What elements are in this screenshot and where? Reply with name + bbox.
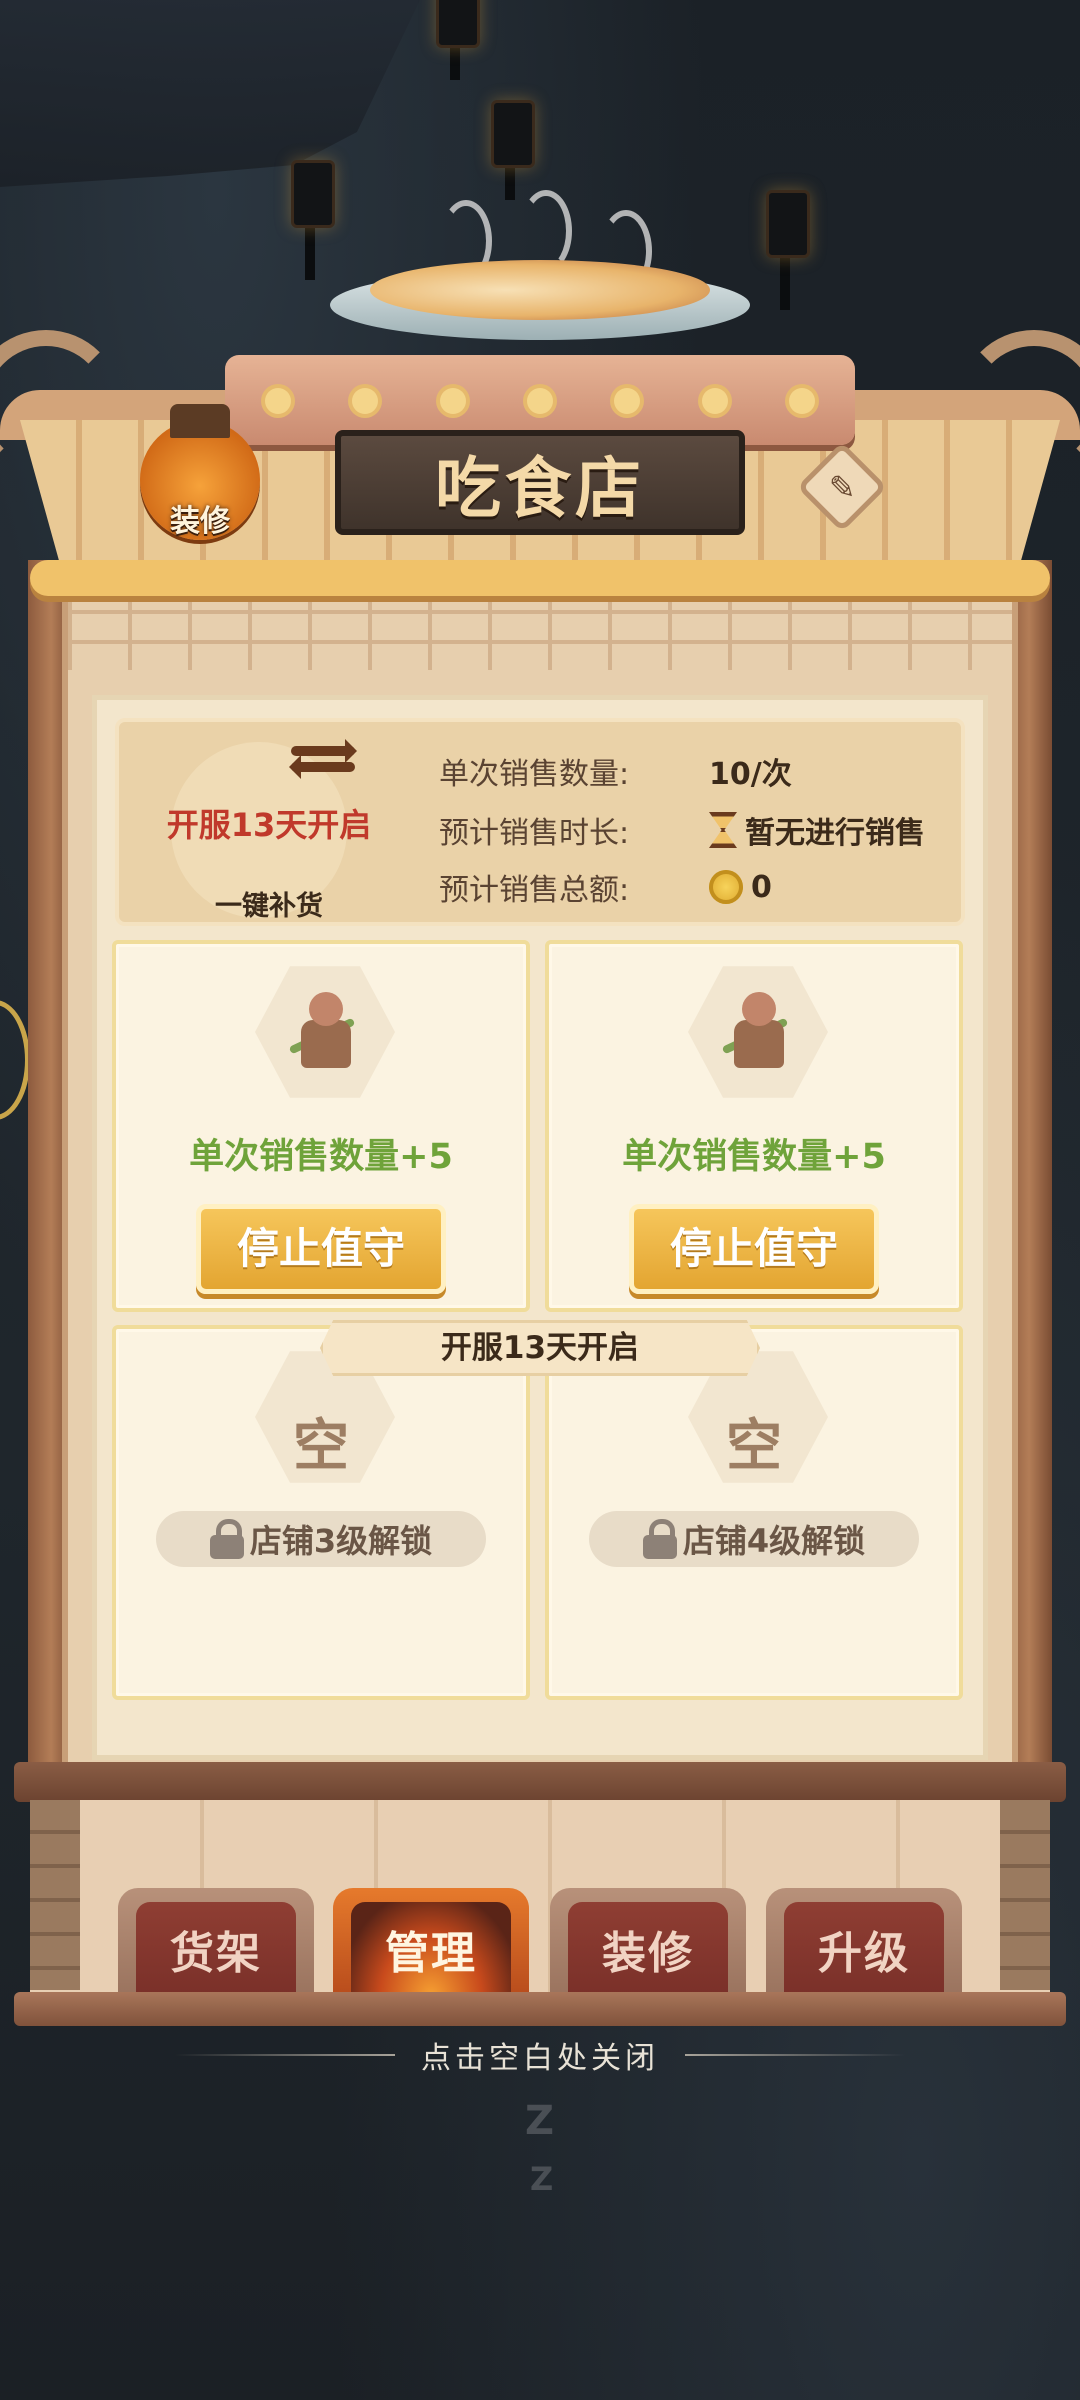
empty-slot-label: 空 <box>293 1413 349 1479</box>
sales-info-box: 开服13天开启 一键补货 单次销售数量: 10/次 预计销售时长: 暂无进行销售… <box>115 718 965 926</box>
sale-duration-value: 暂无进行销售 <box>745 816 925 851</box>
sleep-z-icon: Z <box>530 2160 554 2198</box>
empty-slot-label: 空 <box>726 1413 782 1479</box>
tab-shelf[interactable]: 货架 <box>118 1888 314 1996</box>
banner-flowers <box>265 381 815 421</box>
lock-icon <box>642 1519 677 1559</box>
noodle-bowl-icon <box>330 190 750 360</box>
flower-icon <box>614 388 641 414</box>
tab-decorate[interactable]: 装修 <box>550 1888 746 1996</box>
stat-label: 预计销售时长: <box>439 816 630 851</box>
tab-label: 管理 <box>351 1902 511 1996</box>
shop-title-plaque: 吃食店 <box>335 430 745 535</box>
stat-value: 暂无进行销售 <box>709 808 925 852</box>
hourglass-icon <box>709 812 737 848</box>
staff-slot-2[interactable]: 单次销售数量+5 停止值守 <box>545 940 963 1312</box>
coin-icon <box>709 870 743 904</box>
slot-lock-requirement: 店铺3级解锁 <box>156 1511 486 1567</box>
counter-top <box>14 1762 1066 1802</box>
stat-value: 10/次 <box>709 749 792 793</box>
stat-label: 单次销售数量: <box>439 757 630 792</box>
close-hint[interactable]: 点击空白处关闭 <box>0 2032 1080 2078</box>
flower-icon <box>265 388 291 414</box>
sale-quantity-value: 10/次 <box>709 757 792 792</box>
stat-value: 0 <box>709 870 772 905</box>
row-unlock-tag: 开服13天开启 <box>320 1320 760 1376</box>
sleep-z-icon: Z <box>525 2098 555 2144</box>
stop-guard-button[interactable]: 停止值守 <box>196 1204 446 1294</box>
worker-icon <box>288 992 356 1072</box>
divider-line <box>685 2054 905 2056</box>
flower-icon <box>701 388 728 414</box>
roof-eave <box>30 560 1050 596</box>
slot-bonus: 单次销售数量+5 <box>189 1137 453 1177</box>
lock-icon <box>209 1519 244 1559</box>
hat-icon <box>170 404 230 438</box>
decorate-button[interactable]: 装修 <box>140 404 260 540</box>
slot-lock-requirement: 店铺4级解锁 <box>589 1511 919 1567</box>
flower-icon <box>788 388 815 414</box>
bowl-noodles <box>370 260 710 320</box>
slot-bonus: 单次销售数量+5 <box>622 1137 886 1177</box>
worker-icon <box>721 992 789 1072</box>
restock-label: 一键补货 <box>215 891 323 922</box>
stat-sale-total: 预计销售总额: 0 <box>439 862 772 912</box>
lock-text: 店铺3级解锁 <box>249 1522 433 1560</box>
tab-manage[interactable]: 管理 <box>333 1888 529 1996</box>
counter-side-right <box>1000 1800 1050 1990</box>
staff-portrait-frame <box>255 966 395 1098</box>
staff-portrait-frame <box>688 966 828 1098</box>
close-hint-text: 点击空白处关闭 <box>421 2041 659 2076</box>
stat-label: 预计销售总额: <box>439 873 630 908</box>
flower-icon <box>526 388 553 414</box>
divider-line <box>175 2054 395 2056</box>
staff-slot-3[interactable]: 空 店铺3级解锁 <box>112 1325 530 1700</box>
restock-unlock-requirement: 开服13天开启 <box>166 806 372 844</box>
pencil-icon: ✎ <box>828 468 856 506</box>
flower-icon <box>352 388 379 414</box>
tab-label: 装修 <box>568 1902 728 1996</box>
stat-sale-quantity: 单次销售数量: 10/次 <box>439 746 792 796</box>
shop-title: 吃食店 <box>435 448 645 527</box>
sale-total-value: 0 <box>751 869 772 905</box>
stat-sale-duration: 预计销售时长: 暂无进行销售 <box>439 805 925 855</box>
counter-side-left <box>30 1800 80 1990</box>
tab-label: 货架 <box>136 1902 296 1996</box>
lock-text: 店铺4级解锁 <box>682 1522 866 1560</box>
stop-guard-button[interactable]: 停止值守 <box>629 1204 879 1294</box>
flower-icon <box>439 388 466 414</box>
staff-slot-1[interactable]: 单次销售数量+5 停止值守 <box>112 940 530 1312</box>
tab-upgrade[interactable]: 升级 <box>766 1888 962 1996</box>
swap-arrows-icon[interactable] <box>289 739 357 796</box>
tab-label: 升级 <box>784 1902 944 1996</box>
counter-base <box>14 1992 1066 2026</box>
decorate-button-label: 装修 <box>170 504 230 539</box>
staff-slot-4[interactable]: 空 店铺4级解锁 <box>545 1325 963 1700</box>
shop-panel: 吃食店 装修 ✎ 开服13天开启 一键补货 单次销售数量: 10/次 预计销售时… <box>0 0 1080 2100</box>
